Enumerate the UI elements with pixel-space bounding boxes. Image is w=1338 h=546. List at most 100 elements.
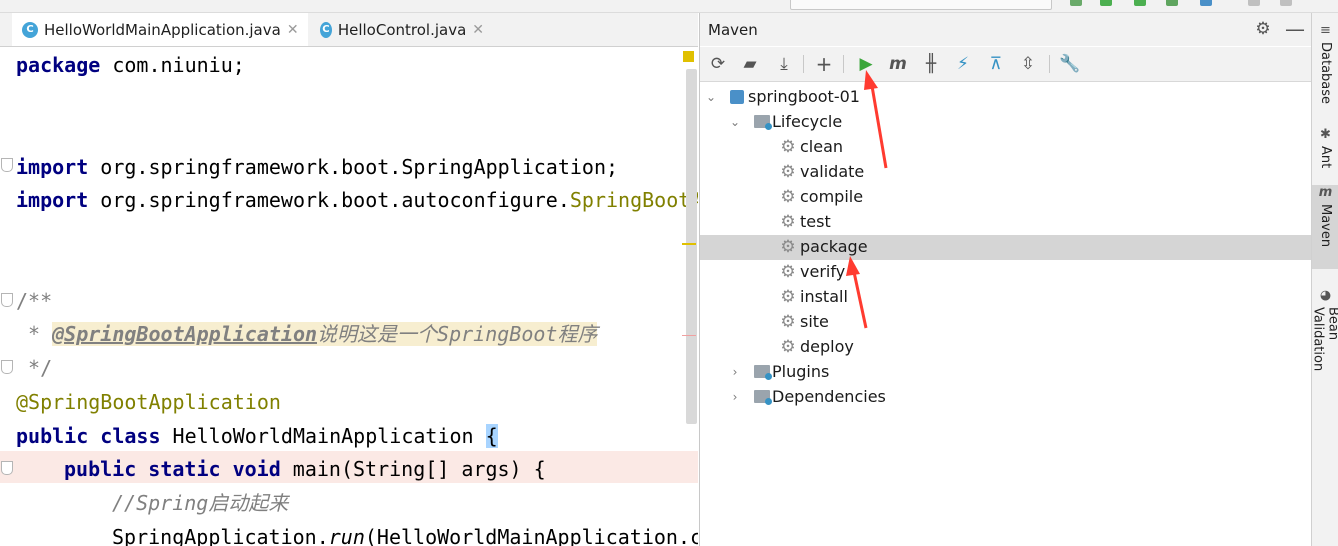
- code-line: public static void main(String[] args) {: [64, 457, 546, 481]
- fold-marker-icon[interactable]: [1, 293, 13, 307]
- spring-class-icon: C: [22, 21, 38, 38]
- class-icon: C: [320, 21, 332, 38]
- close-icon[interactable]: ✕: [287, 22, 299, 38]
- search-everywhere-icon[interactable]: [1280, 0, 1292, 6]
- sidebar-tab-ant[interactable]: ✱ Ant: [1312, 127, 1338, 177]
- chevron-down-icon[interactable]: ⌄: [704, 90, 718, 104]
- tree-node-plugins[interactable]: › Plugins: [728, 359, 830, 384]
- sidebar-tab-label: Maven: [1318, 204, 1333, 248]
- tab-hello-world-main-application[interactable]: C HelloWorldMainApplication.java ✕: [12, 13, 308, 46]
- code-line: //Spring启动起来: [112, 491, 289, 515]
- editor-tab-bar: C HelloWorldMainApplication.java ✕ C Hel…: [0, 13, 698, 47]
- lifecycle-phase-install[interactable]: ⚙ install: [780, 284, 848, 309]
- maven-toolbar: ⟳ ▰ ⤓ + ▶ m ╫ ⚡ ⊼ ⇳ 🔧: [700, 47, 1312, 82]
- tab-hello-control[interactable]: C HelloControl.java ✕: [310, 13, 490, 46]
- ant-icon: ✱: [1320, 127, 1331, 142]
- code-line: * @SpringBootApplication说明这是一个SpringBoot…: [16, 322, 598, 346]
- top-toolbar-strip: [0, 0, 1338, 13]
- code-line: @SpringBootApplication: [16, 390, 281, 414]
- code-line: SpringApplication.run(HelloWorldMainAppl…: [112, 525, 698, 546]
- fold-marker-icon[interactable]: [1, 158, 13, 172]
- show-dependencies-icon[interactable]: ⊼: [985, 53, 1007, 75]
- phase-label: package: [800, 237, 868, 256]
- add-icon[interactable]: +: [813, 52, 835, 76]
- phase-label: clean: [800, 137, 844, 156]
- warning-indicator-icon[interactable]: [683, 51, 694, 62]
- phase-label: site: [800, 312, 829, 331]
- code-line: import org.springframework.boot.SpringAp…: [16, 155, 619, 179]
- phase-label: validate: [800, 162, 865, 181]
- chevron-right-icon[interactable]: ›: [728, 390, 742, 404]
- error-stripe-mark[interactable]: [682, 243, 696, 245]
- build-icon[interactable]: [1070, 0, 1082, 6]
- dependencies-label: Dependencies: [772, 387, 886, 406]
- lifecycle-label: Lifecycle: [772, 112, 843, 131]
- folder-icon: [754, 365, 772, 380]
- lifecycle-phase-site[interactable]: ⚙ site: [780, 309, 829, 334]
- skip-tests-icon[interactable]: ⚡: [952, 53, 974, 75]
- gear-icon: ⚙: [780, 261, 796, 282]
- gear-icon[interactable]: ⚙: [1252, 18, 1274, 40]
- sidebar-tab-bean-validation[interactable]: ◕ Bean Validation: [1310, 288, 1338, 408]
- maven-title: Maven: [708, 21, 758, 39]
- gear-icon: ⚙: [780, 136, 796, 157]
- editor-scrollbar[interactable]: [686, 69, 697, 424]
- lifecycle-phase-compile[interactable]: ⚙ compile: [780, 184, 863, 209]
- error-stripe-mark[interactable]: [682, 335, 696, 336]
- gear-icon: ⚙: [780, 161, 796, 182]
- lifecycle-phase-deploy[interactable]: ⚙ deploy: [780, 334, 854, 359]
- phase-label: compile: [800, 187, 864, 206]
- gear-icon: ⚙: [780, 286, 796, 307]
- folder-icon: [754, 390, 772, 405]
- reload-icon[interactable]: ⟳: [707, 53, 729, 75]
- code-editor[interactable]: package com.niuniu; import org.springfra…: [0, 47, 698, 546]
- folder-icon: [754, 115, 772, 130]
- code-line: public class HelloWorldMainApplication {: [16, 424, 498, 448]
- toggle-offline-icon[interactable]: ╫: [920, 53, 942, 75]
- lifecycle-phase-validate[interactable]: ⚙ validate: [780, 159, 864, 184]
- lifecycle-phase-package[interactable]: ⚙ package: [780, 234, 868, 259]
- tree-node-project[interactable]: ⌄ springboot-01: [704, 84, 860, 109]
- coverage-icon[interactable]: [1134, 0, 1146, 6]
- phase-label: test: [800, 212, 831, 231]
- right-tool-strip: ≡ Database ✱ Ant m Maven ◕ Bean Validati…: [1311, 13, 1338, 546]
- gear-icon: ⚙: [780, 236, 796, 257]
- bean-validation-icon: ◕: [1319, 288, 1332, 303]
- settings-wrench-icon[interactable]: 🔧: [1059, 53, 1081, 75]
- fold-marker-icon[interactable]: [1, 461, 13, 475]
- sidebar-tab-database[interactable]: ≡ Database: [1312, 23, 1338, 113]
- toolbar-separator: [843, 55, 844, 73]
- chevron-down-icon[interactable]: ⌄: [728, 115, 742, 129]
- download-icon[interactable]: ⤓: [773, 53, 795, 75]
- close-icon[interactable]: ✕: [472, 22, 484, 38]
- lifecycle-phase-test[interactable]: ⚙ test: [780, 209, 831, 234]
- collapse-all-icon[interactable]: ⇳: [1017, 53, 1039, 75]
- tree-node-lifecycle[interactable]: ⌄ Lifecycle: [728, 109, 842, 134]
- code-line: import org.springframework.boot.autoconf…: [16, 188, 698, 212]
- fold-marker-icon[interactable]: [1, 360, 13, 374]
- gear-icon: ⚙: [780, 311, 796, 332]
- vcs-icon[interactable]: [1200, 0, 1212, 6]
- sidebar-tab-label: Bean Validation: [1310, 307, 1338, 372]
- debug-icon[interactable]: [1100, 0, 1112, 6]
- toolbar-separator: [803, 55, 804, 73]
- generate-sources-icon[interactable]: ▰: [739, 53, 761, 75]
- sidebar-tab-maven[interactable]: m Maven: [1312, 185, 1338, 269]
- profile-icon[interactable]: [1166, 0, 1178, 6]
- project-structure-icon[interactable]: [1248, 0, 1260, 6]
- code-line: /**: [16, 289, 53, 313]
- maven-project-icon: [730, 89, 744, 104]
- execute-goal-icon[interactable]: m: [887, 53, 909, 75]
- run-configuration-selector[interactable]: [790, 0, 1052, 10]
- tab-label: HelloWorldMainApplication.java: [44, 20, 281, 39]
- chevron-right-icon[interactable]: ›: [728, 365, 742, 379]
- phase-label: install: [800, 287, 848, 306]
- tree-node-dependencies[interactable]: › Dependencies: [728, 384, 886, 409]
- lifecycle-phase-verify[interactable]: ⚙ verify: [780, 259, 845, 284]
- minimize-icon[interactable]: —: [1284, 17, 1306, 41]
- project-label: springboot-01: [748, 87, 860, 106]
- run-icon[interactable]: ▶: [855, 53, 877, 75]
- code-line: */: [16, 356, 53, 380]
- lifecycle-phase-clean[interactable]: ⚙ clean: [780, 134, 843, 159]
- phase-label: deploy: [800, 337, 854, 356]
